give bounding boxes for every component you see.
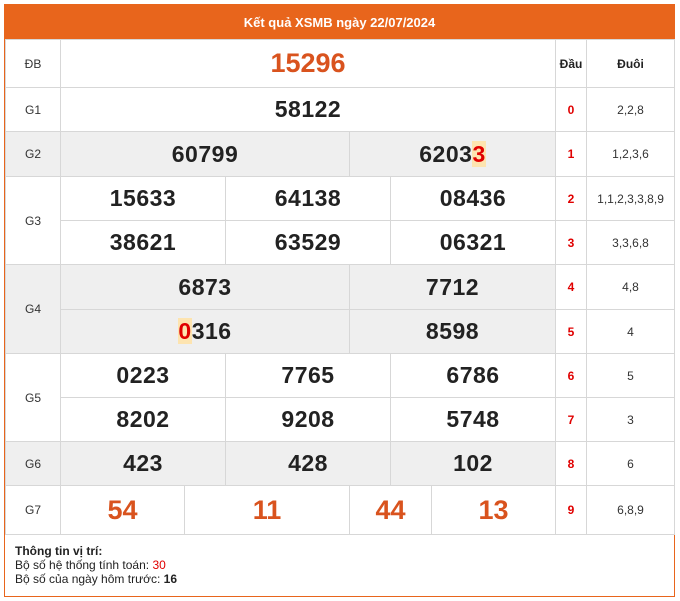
g2-number-2: 62033 (348, 131, 557, 177)
label-g4: G4 (5, 264, 61, 354)
g3-number-3: 08436 (389, 176, 557, 221)
row-g1: G1 58122 0 2,2,8 (5, 87, 676, 132)
duoi-9: 6,8,9 (586, 485, 676, 535)
duoi-6: 5 (586, 353, 676, 398)
info-system-value: 30 (152, 558, 166, 572)
duoi-7: 3 (586, 397, 676, 442)
position-info: Thông tin vị trí: Bộ số hệ thống tính to… (5, 535, 674, 595)
g1-number: 58122 (59, 87, 557, 132)
g6-number-2: 428 (225, 441, 391, 486)
dau-4: 4 (555, 264, 588, 310)
dau-7: 7 (555, 397, 588, 442)
duoi-2: 1,1,2,3,3,8,9 (586, 176, 676, 221)
dau-3: 3 (555, 220, 588, 265)
dau-2: 2 (555, 176, 588, 221)
dau-0: 0 (555, 87, 588, 132)
info-line-system: Bộ số hệ thống tính toán: 30 (15, 558, 166, 572)
g3-number-5: 63529 (225, 220, 391, 265)
g6-number-1: 423 (60, 441, 226, 486)
duoi-5: 4 (586, 309, 676, 354)
row-g2: G2 60799 62033 1 1,2,3,6 (5, 131, 676, 177)
g3-number-1: 15633 (60, 176, 226, 221)
label-g2: G2 (5, 131, 61, 177)
header-duoi: Đuôi (586, 39, 676, 88)
label-db: ĐB (5, 39, 61, 88)
g4-number-3: 0316 (60, 309, 350, 354)
g2-number-1: 60799 (60, 131, 350, 177)
label-g7: G7 (5, 485, 61, 535)
g4-number-2: 7712 (348, 264, 557, 310)
row-g7: G7 54 11 44 13 9 6,8,9 (5, 485, 676, 535)
row-g4-a: G4 6873 7712 4 4,8 (5, 264, 676, 354)
label-g3: G3 (5, 176, 61, 265)
row-g5-b: 8202 9208 5748 7 3 (6, 397, 676, 442)
g3-number-6: 06321 (389, 220, 557, 265)
label-g5: G5 (5, 353, 61, 442)
special-prize-number: 15296 (59, 39, 557, 88)
duoi-0: 2,2,8 (586, 87, 676, 132)
dau-5: 5 (555, 309, 588, 354)
g6-number-3: 102 (389, 441, 557, 486)
info-line-previous: Bộ số của ngày hôm trước: 16 (15, 572, 177, 586)
row-g3-a: G3 15633 64138 08436 2 1,1,2,3,3,8,9 (5, 176, 676, 265)
g5-number-3: 6786 (389, 353, 557, 398)
g7-number-1: 54 (60, 485, 185, 535)
g3-number-2: 64138 (225, 176, 391, 221)
info-previous-value: 16 (163, 572, 177, 586)
duoi-8: 6 (586, 441, 676, 486)
g5-number-5: 9208 (225, 397, 391, 442)
row-g6: G6 423 428 102 8 6 (5, 441, 676, 486)
row-g5-a: G5 0223 7765 6786 6 5 (5, 353, 676, 442)
dau-1: 1 (555, 131, 588, 177)
g5-number-2: 7765 (225, 353, 391, 398)
results-title: Kết quả XSMB ngày 22/07/2024 (5, 5, 674, 39)
results-panel: Kết quả XSMB ngày 22/07/2024 ĐB 15296 Đầ… (4, 4, 676, 597)
duoi-1: 1,2,3,6 (586, 131, 676, 177)
dau-8: 8 (555, 441, 588, 486)
g3-number-4: 38621 (60, 220, 226, 265)
g5-number-4: 8202 (60, 397, 226, 442)
label-g6: G6 (5, 441, 61, 486)
g4-number-1: 6873 (60, 264, 350, 310)
dau-6: 6 (555, 353, 588, 398)
g7-number-3: 44 (349, 485, 432, 535)
row-g3-b: 38621 63529 06321 3 3,3,6,8 (6, 220, 676, 265)
g7-number-4: 13 (430, 485, 557, 535)
g7-number-2: 11 (184, 485, 350, 535)
g5-number-6: 5748 (389, 397, 557, 442)
duoi-4: 4,8 (586, 264, 676, 310)
results-table: ĐB 15296 Đầu Đuôi G1 58122 0 2,2,8 G2 60… (5, 39, 676, 535)
row-special-prize: ĐB 15296 Đầu Đuôi (5, 39, 676, 88)
info-title: Thông tin vị trí: (15, 544, 103, 558)
g4-number-4: 8598 (348, 309, 557, 354)
row-g4-b: 0316 8598 5 4 (6, 309, 676, 354)
header-dau: Đầu (555, 39, 588, 88)
g5-number-1: 0223 (60, 353, 226, 398)
duoi-3: 3,3,6,8 (586, 220, 676, 265)
dau-9: 9 (555, 485, 588, 535)
label-g1: G1 (5, 87, 61, 132)
